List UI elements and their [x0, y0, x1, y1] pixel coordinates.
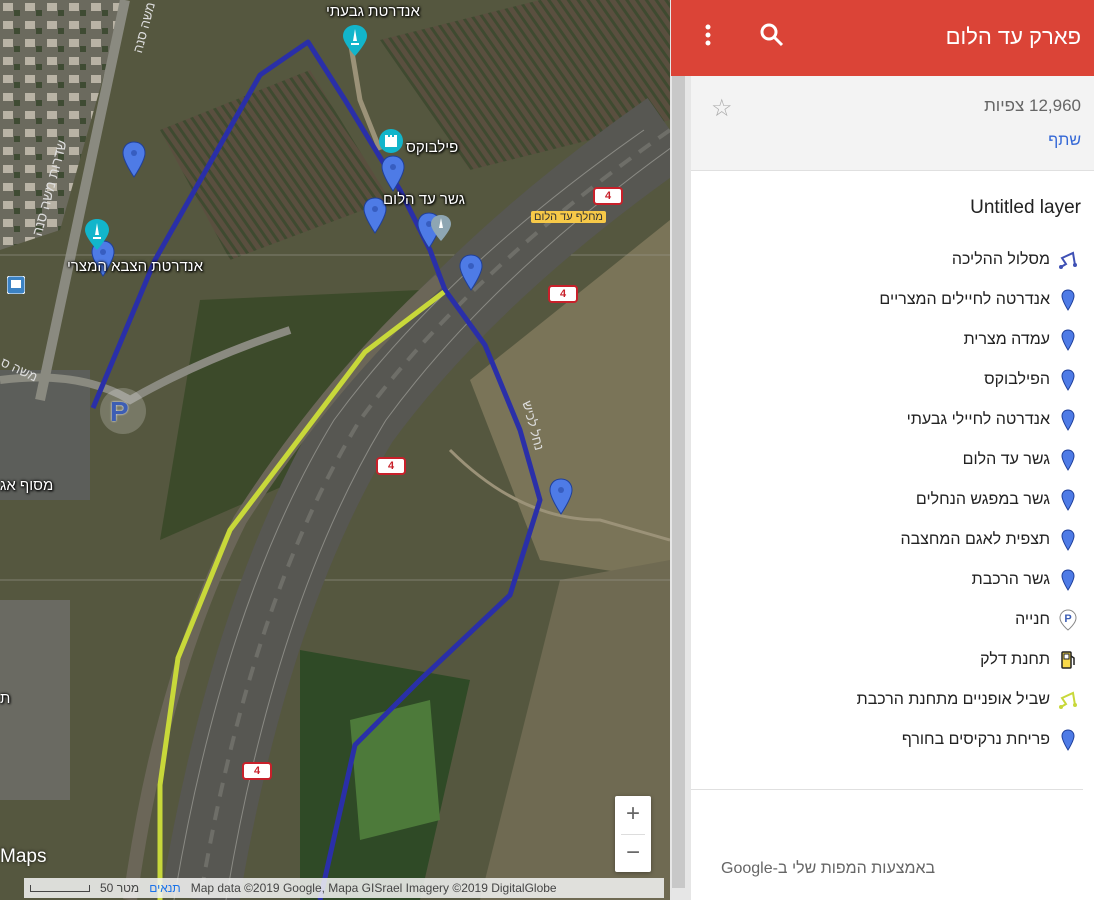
map-attribution: 50 מטר תנאים Map data ©2019 Google, Mapa…: [24, 878, 664, 898]
monument-poi-icon[interactable]: [342, 24, 368, 58]
legend-item-label: תחנת דלק: [980, 651, 1050, 668]
pin-icon: [1055, 727, 1081, 753]
legend-list: מסלול ההליכה אנדרטה לחיילים המצריים עמדה מ…: [691, 240, 1094, 760]
legend-item[interactable]: אנדרטה לחיילים המצריים: [691, 280, 1094, 320]
legend-item-label: שביל אופניים מתחנת הרכבת: [856, 691, 1050, 708]
panel-header: פארק עד הלום: [671, 0, 1094, 76]
map-view[interactable]: P 4 4 4 4 אנדרטת גבעתי פילבוקס גשר עד הל…: [0, 0, 670, 900]
parking-icon: P: [110, 396, 129, 427]
more-vert-icon[interactable]: [703, 22, 713, 48]
legend-item[interactable]: פריחת נרקיסים בחורף: [691, 720, 1094, 760]
legend-item[interactable]: תחנת דלק: [691, 640, 1094, 680]
map-pin-icon[interactable]: [380, 155, 406, 193]
map-pin-icon[interactable]: [458, 254, 484, 292]
fuel-icon: [1055, 647, 1081, 673]
scale-bar[interactable]: [30, 884, 90, 892]
map-label-exit: מחלף עד הלום: [531, 211, 606, 223]
view-count: 12,960 צפיות: [984, 96, 1081, 115]
divider: [691, 789, 1083, 790]
pin-icon: [1055, 367, 1081, 393]
legend-item-label: עמדה מצרית: [963, 331, 1050, 348]
highway-shield: 4: [593, 187, 623, 205]
map-pin-icon[interactable]: [121, 141, 147, 179]
legend-item-label: אנדרטה לחיילים המצריים: [879, 291, 1050, 308]
pin-icon: [1055, 327, 1081, 353]
legend-item[interactable]: אנדרטה לחיילי גבעתי: [691, 400, 1094, 440]
legend-item-label: פריחת נרקיסים בחורף: [901, 731, 1050, 748]
scale-text[interactable]: 50 מטר: [100, 881, 139, 895]
panel-divider[interactable]: [670, 0, 691, 900]
zoom-out-button[interactable]: −: [615, 835, 651, 873]
legend-item[interactable]: הפילבוקס: [691, 360, 1094, 400]
legend-item-label: גשר הרכבת: [971, 571, 1050, 588]
pin-icon: [1055, 567, 1081, 593]
pin-icon: [1055, 287, 1081, 313]
map-title: פארק עד הלום: [945, 24, 1081, 49]
legend-item[interactable]: P חנייה: [691, 600, 1094, 640]
map-label-pillbox: פילבוקס: [406, 139, 459, 156]
svg-text:P: P: [1064, 613, 1071, 625]
footer-text[interactable]: באמצעות המפות שלי ב-Google: [721, 860, 935, 878]
star-icon[interactable]: ☆: [711, 94, 733, 123]
terms-link[interactable]: תנאים: [149, 881, 181, 895]
legend-item[interactable]: עמדה מצרית: [691, 320, 1094, 360]
legend-item-label: מסלול ההליכה: [951, 251, 1050, 268]
google-maps-logo: Maps: [0, 846, 47, 867]
search-icon[interactable]: [759, 22, 785, 48]
map-pin-icon[interactable]: [548, 478, 574, 516]
legend-item[interactable]: גשר במפגש הנחלים: [691, 480, 1094, 520]
share-link[interactable]: שתף: [1048, 132, 1081, 150]
layer-title: Untitled layer: [970, 197, 1081, 218]
attribution-text: Map data ©2019 Google, Mapa GISrael Imag…: [190, 881, 557, 895]
legend-panel: פארק עד הלום 12,960 צפיות שתף ☆ Untitled…: [671, 0, 1094, 900]
legend-item[interactable]: מסלול ההליכה: [691, 240, 1094, 280]
map-label-egypt-monument: אנדרטת הצבא המצרי: [67, 258, 204, 275]
pin-icon: [1055, 407, 1081, 433]
legend-item-label: תצפית לאגם המחצבה: [900, 531, 1050, 548]
highway-shield: 4: [376, 457, 406, 475]
legend-item[interactable]: גשר עד הלום: [691, 440, 1094, 480]
legend-item-label: אנדרטה לחיילי גבעתי: [906, 411, 1050, 428]
legend-item[interactable]: גשר הרכבת: [691, 560, 1094, 600]
map-label-cut: ת: [0, 690, 11, 707]
legend-item-label: גשר עד הלום: [962, 451, 1050, 468]
legend-item[interactable]: תצפית לאגם המחצבה: [691, 520, 1094, 560]
pin-icon: [1055, 527, 1081, 553]
zoom-in-button[interactable]: +: [615, 796, 651, 834]
scrollbar[interactable]: [672, 76, 685, 888]
parking-marker[interactable]: P: [100, 388, 146, 434]
zoom-control: + −: [615, 796, 651, 872]
pin-icon: [1055, 487, 1081, 513]
legend-item-label: חנייה: [1015, 611, 1050, 628]
landmark-poi-icon[interactable]: [430, 214, 452, 242]
monument-poi-icon[interactable]: [84, 218, 110, 252]
map-label-bridge: גשר עד הלום: [383, 191, 465, 208]
route-icon: [1055, 247, 1081, 273]
legend-item-label: גשר במפגש הנחלים: [915, 491, 1050, 508]
legend-item[interactable]: שביל אופניים מתחנת הרכבת: [691, 680, 1094, 720]
map-label-givati-monument: אנדרטת גבעתי: [326, 3, 420, 20]
pin-icon: [1055, 447, 1081, 473]
highway-shield: 4: [242, 762, 272, 780]
map-info: 12,960 צפיות שתף ☆: [691, 76, 1094, 171]
map-label-terminal: מסוף אג: [0, 477, 54, 494]
legend-item-label: הפילבוקס: [984, 371, 1050, 388]
route-icon: [1055, 687, 1081, 713]
bus-stop-icon[interactable]: [7, 276, 25, 294]
highway-shield: 4: [548, 285, 578, 303]
parking-icon: P: [1055, 607, 1081, 633]
castle-poi-icon[interactable]: [378, 128, 404, 158]
satellite-imagery: [0, 0, 670, 900]
